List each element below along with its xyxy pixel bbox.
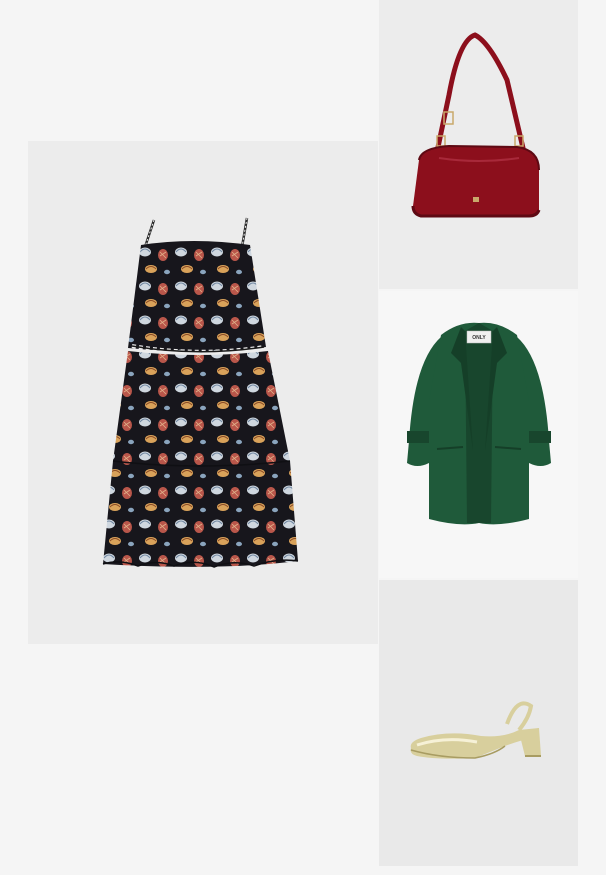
handbag-icon [411,32,541,218]
slingback-product-image[interactable] [379,580,578,866]
collage-page: { "collage": { "items": [ { "id": "dress… [0,0,606,875]
slingback-icon [410,701,541,759]
sundress-icon [102,217,299,568]
blazer-icon: ONLY [407,322,551,525]
blazer-product-image[interactable]: ONLY [379,291,578,578]
dress-product-image[interactable] [28,141,378,644]
handbag-product-image[interactable] [379,0,578,289]
blazer-brand-label: ONLY [472,335,486,341]
